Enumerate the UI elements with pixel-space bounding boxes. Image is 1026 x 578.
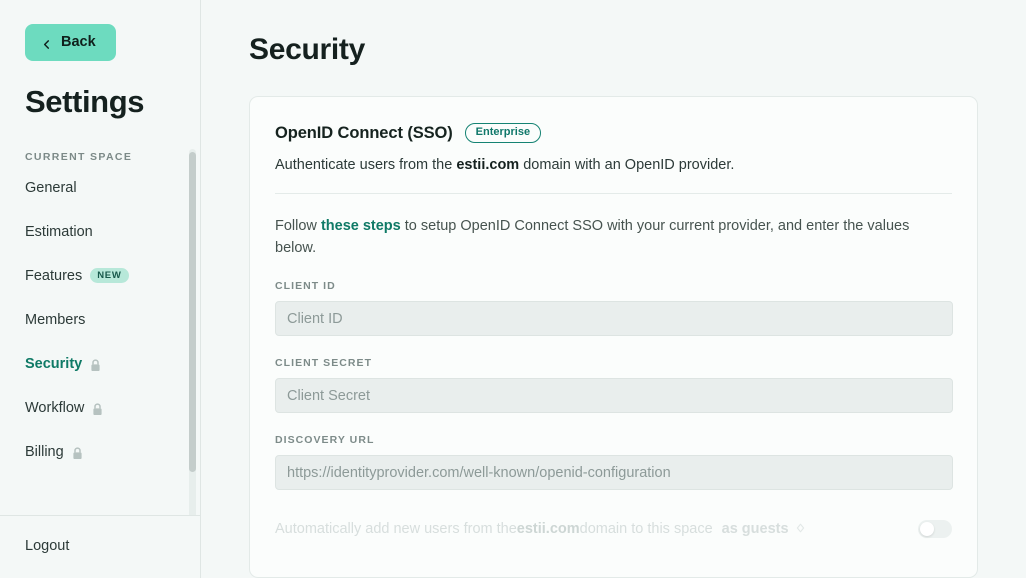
sidebar: Back Settings CURRENT SPACE General Esti… <box>0 0 201 578</box>
new-badge: NEW <box>90 267 129 284</box>
logout-button[interactable]: Logout <box>25 538 200 554</box>
sidebar-scrollbar-thumb[interactable] <box>189 151 196 472</box>
client-secret-input[interactable] <box>275 378 953 414</box>
sidebar-section-label: CURRENT SPACE <box>25 150 133 163</box>
card-subtitle-pre: Authenticate users from the <box>275 157 457 173</box>
auto-add-toggle[interactable] <box>918 520 952 539</box>
sidebar-item-members[interactable]: Members <box>25 309 200 331</box>
sidebar-item-workflow[interactable]: Workflow <box>25 397 200 419</box>
sidebar-header: Back Settings <box>0 0 200 119</box>
these-steps-link[interactable]: these steps <box>321 218 401 234</box>
auto-add-text-pre: Automatically add new users from the <box>275 521 517 538</box>
sidebar-footer: Logout <box>0 515 200 578</box>
sidebar-item-security[interactable]: Security <box>25 353 200 375</box>
sidebar-item-label: Members <box>25 311 86 328</box>
sidebar-item-label: Billing <box>25 443 64 460</box>
auto-add-text-post: domain to this space <box>579 521 713 538</box>
enterprise-badge: Enterprise <box>464 123 542 143</box>
discovery-url-input[interactable] <box>275 455 953 491</box>
card-divider <box>275 193 952 195</box>
sidebar-scrollbar-track[interactable] <box>189 148 196 515</box>
discovery-url-field-group: DISCOVERY URL <box>275 434 953 491</box>
instructions-pre: Follow <box>275 218 321 235</box>
sidebar-item-estimation[interactable]: Estimation <box>25 221 200 243</box>
auto-add-role-select[interactable]: as guests <box>722 521 805 537</box>
client-secret-field-group: CLIENT SECRET <box>275 357 953 414</box>
settings-title: Settings <box>25 83 145 119</box>
client-id-input[interactable] <box>275 301 953 337</box>
sidebar-item-label: Features <box>25 267 83 284</box>
client-id-field-group: CLIENT ID <box>275 280 953 337</box>
back-button-label: Back <box>61 34 96 50</box>
card-title: OpenID Connect (SSO) <box>275 123 453 142</box>
sidebar-nav-scroll-region: CURRENT SPACE General Estimation Feature… <box>0 137 200 515</box>
chevron-up-down-icon <box>796 523 805 536</box>
setup-instructions: Follow these steps to setup OpenID Conne… <box>275 215 935 259</box>
card-subtitle-domain: estii.com <box>456 157 520 173</box>
lock-icon <box>72 445 83 460</box>
sidebar-item-label: Estimation <box>25 223 93 240</box>
toggle-knob <box>920 522 934 537</box>
sso-settings-card: OpenID Connect (SSO) Enterprise Authenti… <box>249 96 978 578</box>
auto-add-role-value: as guests <box>721 521 789 538</box>
card-subtitle: Authenticate users from the estii.com do… <box>275 155 952 176</box>
lock-icon <box>90 357 101 372</box>
settings-page: Back Settings CURRENT SPACE General Esti… <box>0 0 1026 578</box>
card-header: OpenID Connect (SSO) Enterprise <box>275 123 952 143</box>
chevron-left-icon <box>42 38 51 49</box>
back-button[interactable]: Back <box>25 24 116 61</box>
sidebar-item-label: Workflow <box>25 399 85 416</box>
main-content: Security OpenID Connect (SSO) Enterprise… <box>201 0 1026 578</box>
client-secret-label: CLIENT SECRET <box>275 357 373 370</box>
sidebar-item-billing[interactable]: Billing <box>25 441 200 463</box>
client-id-label: CLIENT ID <box>275 280 336 293</box>
discovery-url-label: DISCOVERY URL <box>275 434 375 447</box>
auto-add-users-row: Automatically add new users from the est… <box>275 516 952 542</box>
sidebar-nav-list: General Estimation Features NEW Members … <box>25 177 200 463</box>
sidebar-item-label: General <box>25 179 77 196</box>
sidebar-item-label: Security <box>25 355 83 372</box>
card-subtitle-post: domain with an OpenID provider. <box>519 157 735 173</box>
sidebar-item-general[interactable]: General <box>25 177 200 199</box>
lock-icon <box>92 401 103 416</box>
auto-add-domain: estii.com <box>516 521 580 538</box>
page-title: Security <box>249 33 365 66</box>
sidebar-item-features[interactable]: Features NEW <box>25 265 200 287</box>
